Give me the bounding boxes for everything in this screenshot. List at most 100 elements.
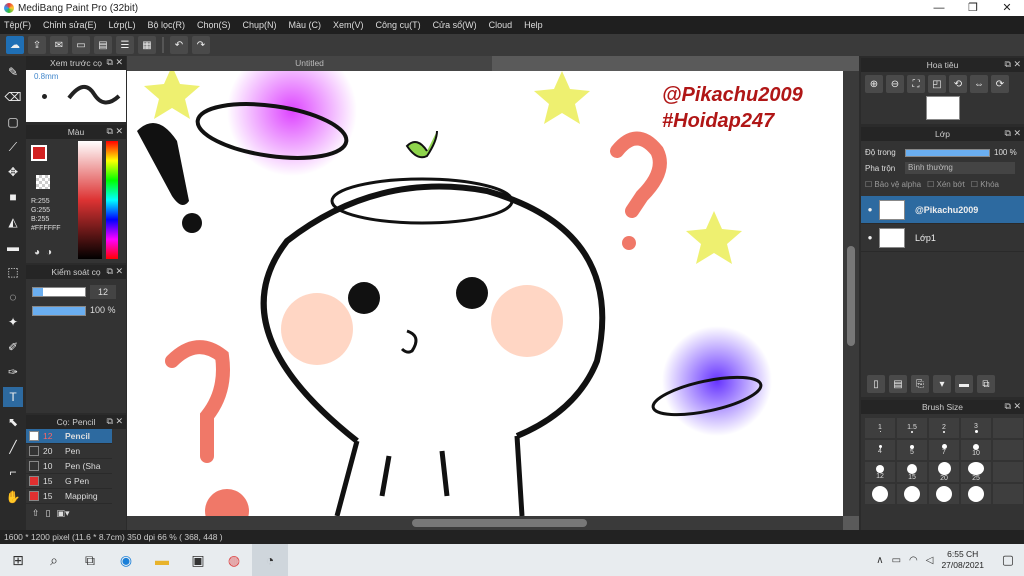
add-brush-icon[interactable]: ⇧ bbox=[32, 508, 40, 519]
close-icon[interactable]: ⧉ ✕ bbox=[107, 266, 123, 277]
blend-mode-select[interactable]: Bình thường bbox=[905, 162, 1015, 174]
menu-cloud[interactable]: Cloud bbox=[489, 20, 513, 30]
comment-icon[interactable]: ▭ bbox=[72, 36, 90, 54]
close-icon[interactable]: ⧉ ✕ bbox=[107, 126, 123, 137]
new-halftone-layer-icon[interactable]: ▤ bbox=[889, 375, 907, 393]
magic-wand-icon[interactable]: ✦ bbox=[3, 312, 23, 332]
task-view-icon[interactable]: ⧉ bbox=[72, 544, 108, 576]
menu-color[interactable]: Màu (C) bbox=[289, 20, 322, 30]
menu-file[interactable]: Tệp(F) bbox=[4, 20, 31, 30]
new-brush-icon[interactable]: ▯ bbox=[46, 508, 51, 519]
brush-item[interactable]: 15 Mapping bbox=[26, 489, 112, 504]
redo-icon[interactable]: ↷ bbox=[192, 36, 210, 54]
brush-size-option[interactable]: 10 bbox=[961, 440, 991, 460]
undo-icon[interactable]: ↶ bbox=[170, 36, 188, 54]
document-icon[interactable]: ▤ bbox=[94, 36, 112, 54]
brush-size-slider[interactable] bbox=[32, 287, 86, 297]
brush-size-option[interactable] bbox=[897, 484, 927, 504]
menu-filter[interactable]: Bộ lọc(R) bbox=[147, 20, 185, 30]
chrome-icon[interactable]: ◍ bbox=[216, 544, 252, 576]
brush-size-option[interactable]: 4 bbox=[865, 440, 895, 460]
menu-view[interactable]: Xem(V) bbox=[333, 20, 364, 30]
brush-size-option[interactable]: 12 bbox=[865, 462, 895, 482]
close-icon[interactable]: ⧉ ✕ bbox=[1005, 59, 1021, 70]
eyedropper-icon[interactable]: ⌐ bbox=[3, 462, 23, 482]
folder-icon[interactable]: ▬ bbox=[955, 375, 973, 393]
move-tool-icon[interactable]: ✥ bbox=[3, 162, 23, 182]
brush-size-option[interactable] bbox=[993, 484, 1023, 504]
duplicate-layer-icon[interactable]: ⧉ bbox=[977, 375, 995, 393]
fit-icon[interactable]: ⛶ bbox=[907, 75, 925, 93]
select-pen-icon[interactable]: ✐ bbox=[3, 337, 23, 357]
volume-icon[interactable]: ◁ bbox=[926, 555, 934, 566]
visibility-icon[interactable]: ● bbox=[861, 205, 879, 214]
lasso-tool-icon[interactable]: ◌ bbox=[3, 287, 23, 307]
brush-size-option[interactable] bbox=[993, 418, 1023, 438]
menu-select[interactable]: Chọn(S) bbox=[197, 20, 231, 30]
gradient-tool-icon[interactable]: ▬ bbox=[3, 237, 23, 257]
brush-opacity-slider[interactable] bbox=[32, 306, 86, 316]
eraser-tool-icon[interactable]: ⌫ bbox=[3, 87, 23, 107]
brush-size-option[interactable] bbox=[961, 484, 991, 504]
menu-edit[interactable]: Chỉnh sửa(E) bbox=[43, 20, 97, 30]
brush-size-value[interactable]: 12 bbox=[90, 285, 116, 299]
share-icon[interactable]: ⇪ bbox=[28, 36, 46, 54]
battery-icon[interactable]: ▭ bbox=[892, 555, 901, 566]
brush-size-option[interactable] bbox=[929, 484, 959, 504]
hand-tool-icon[interactable]: ✋ bbox=[3, 487, 23, 507]
search-icon[interactable]: ⌕ bbox=[36, 544, 72, 576]
actual-size-icon[interactable]: ◰ bbox=[928, 75, 946, 93]
brush-size-option[interactable]: 7 bbox=[929, 440, 959, 460]
select-eraser-icon[interactable]: ✑ bbox=[3, 362, 23, 382]
navigator-thumbnail[interactable] bbox=[925, 96, 960, 120]
cloud-icon[interactable]: ☁ bbox=[6, 36, 24, 54]
menu-snap[interactable]: Chụp(N) bbox=[243, 20, 277, 30]
color-shade-bar[interactable] bbox=[78, 141, 102, 259]
brush-size-option[interactable] bbox=[865, 484, 895, 504]
brush-size-option[interactable]: 2 bbox=[929, 418, 959, 438]
vertical-scrollbar[interactable] bbox=[843, 71, 859, 516]
menu-window[interactable]: Cửa sổ(W) bbox=[433, 20, 477, 30]
brush-item[interactable]: 15 G Pen bbox=[26, 474, 112, 489]
text-tool-icon[interactable]: T bbox=[3, 387, 23, 407]
copy-layer-icon[interactable]: ⎘ bbox=[911, 375, 929, 393]
flip-icon[interactable]: ⇔ bbox=[970, 75, 988, 93]
brush-item[interactable]: 12 Pencil bbox=[26, 429, 112, 444]
menu-layer[interactable]: Lớp(L) bbox=[109, 20, 136, 30]
layer-opacity-slider[interactable] bbox=[905, 148, 990, 157]
wifi-icon[interactable]: ◠ bbox=[909, 555, 918, 566]
chevron-up-icon[interactable]: ∧ bbox=[876, 555, 883, 566]
clock[interactable]: 6:55 CH 27/08/2021 bbox=[941, 549, 984, 571]
lock-checkbox[interactable]: ☐ Khóa bbox=[971, 180, 999, 189]
brush-size-option[interactable]: 20 bbox=[929, 462, 959, 482]
brush-options-icon[interactable]: ▣▾ bbox=[57, 508, 70, 519]
file-explorer-icon[interactable]: ▬ bbox=[144, 544, 180, 576]
close-icon[interactable]: ⧉ ✕ bbox=[1005, 401, 1021, 412]
color-wheel-icon[interactable]: ◑ bbox=[46, 247, 52, 258]
foreground-color-swatch[interactable] bbox=[31, 145, 47, 161]
hue-slider[interactable] bbox=[106, 141, 118, 259]
brush-size-option[interactable] bbox=[993, 440, 1023, 460]
minimize-button[interactable]: — bbox=[922, 0, 956, 16]
brush-size-option[interactable]: 1.5 bbox=[897, 418, 927, 438]
brush-item[interactable]: 20 Pen bbox=[26, 444, 112, 459]
divide-tool-icon[interactable]: ╱ bbox=[3, 437, 23, 457]
operation-tool-icon[interactable]: ⬉ bbox=[3, 412, 23, 432]
maximize-button[interactable]: ❐ bbox=[956, 0, 990, 16]
clipping-checkbox[interactable]: ☐ Xén bớt bbox=[927, 180, 965, 189]
document-tab[interactable]: Untitled bbox=[127, 56, 492, 71]
notification-icon[interactable]: ▢ bbox=[1002, 552, 1014, 568]
medibang-icon[interactable]: ◔ bbox=[252, 544, 288, 576]
chat-icon[interactable]: ✉ bbox=[50, 36, 68, 54]
fill-rect-tool-icon[interactable]: ■ bbox=[3, 187, 23, 207]
brush-size-option[interactable]: 5 bbox=[897, 440, 927, 460]
grid-icon[interactable]: ▦ bbox=[138, 36, 156, 54]
close-button[interactable]: ✕ bbox=[990, 0, 1024, 16]
windows-start-icon[interactable]: ⊞ bbox=[0, 544, 36, 576]
bucket-tool-icon[interactable]: ◭ bbox=[3, 212, 23, 232]
menu-tools[interactable]: Công cụ(T) bbox=[376, 20, 421, 30]
palette-icon[interactable]: ◕ bbox=[34, 247, 40, 258]
rotate-left-icon[interactable]: ⟲ bbox=[949, 75, 967, 93]
store-icon[interactable]: ▣ bbox=[180, 544, 216, 576]
brush-size-option[interactable]: 1 bbox=[865, 418, 895, 438]
